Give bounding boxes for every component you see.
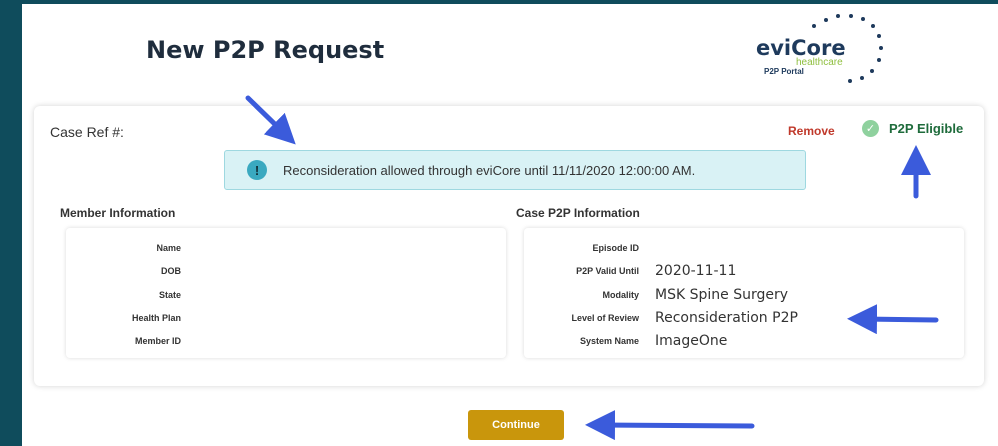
page-title: New P2P Request	[146, 36, 385, 64]
case-p2p-info-box: Episode ID P2P Valid Until 2020-11-11 Mo…	[524, 228, 964, 358]
p2p-request-card: Case Ref #: Remove ✓ P2P Eligible ! Reco…	[34, 106, 984, 386]
exclamation-icon: !	[247, 160, 267, 180]
field-label: Name	[156, 243, 181, 253]
field-label: Episode ID	[592, 243, 639, 253]
field-label: State	[158, 290, 181, 300]
check-icon: ✓	[862, 120, 879, 137]
case-row-level-of-review: Level of Review Reconsideration P2P	[524, 308, 798, 328]
member-info-title: Member Information	[60, 206, 176, 220]
member-row-member-id: Member ID	[66, 331, 197, 351]
field-value: MSK Spine Surgery	[655, 287, 789, 303]
continue-button[interactable]: Continue	[468, 410, 564, 440]
case-p2p-info-title: Case P2P Information	[516, 206, 640, 220]
member-row-name: Name	[66, 238, 197, 258]
remove-link[interactable]: Remove	[788, 124, 835, 138]
field-label: P2P Valid Until	[576, 266, 639, 276]
case-row-modality: Modality MSK Spine Surgery	[524, 285, 788, 305]
alert-text: Reconsideration allowed through eviCore …	[283, 162, 696, 178]
case-row-valid-until: P2P Valid Until 2020-11-11	[524, 261, 736, 281]
page-frame: New P2P Request eviCore healthcare P2P P…	[22, 4, 998, 446]
member-row-dob: DOB	[66, 261, 197, 281]
evicore-logo: eviCore healthcare P2P Portal	[756, 10, 896, 90]
case-row-episode-id: Episode ID	[524, 238, 655, 258]
field-value: 2020-11-11	[655, 263, 737, 279]
field-label: System Name	[579, 336, 639, 346]
logo-portal: P2P Portal	[764, 67, 804, 76]
field-value: Reconsideration P2P	[655, 310, 798, 326]
reconsideration-alert: ! Reconsideration allowed through eviCor…	[224, 150, 806, 190]
field-value: ImageOne	[655, 333, 728, 349]
member-row-state: State	[66, 285, 197, 305]
member-info-box: Name DOB State Health Plan Member ID	[66, 228, 506, 358]
field-label: DOB	[161, 266, 181, 276]
case-ref-label: Case Ref #:	[50, 124, 124, 140]
eligibility-status: ✓ P2P Eligible	[862, 120, 963, 137]
case-row-system-name: System Name ImageOne	[524, 331, 727, 351]
field-label: Health Plan	[131, 313, 181, 323]
eligible-label: P2P Eligible	[889, 121, 964, 136]
field-label: Member ID	[134, 336, 181, 346]
member-row-health-plan: Health Plan	[66, 308, 197, 328]
field-label: Modality	[602, 290, 639, 300]
field-label: Level of Review	[571, 313, 639, 323]
